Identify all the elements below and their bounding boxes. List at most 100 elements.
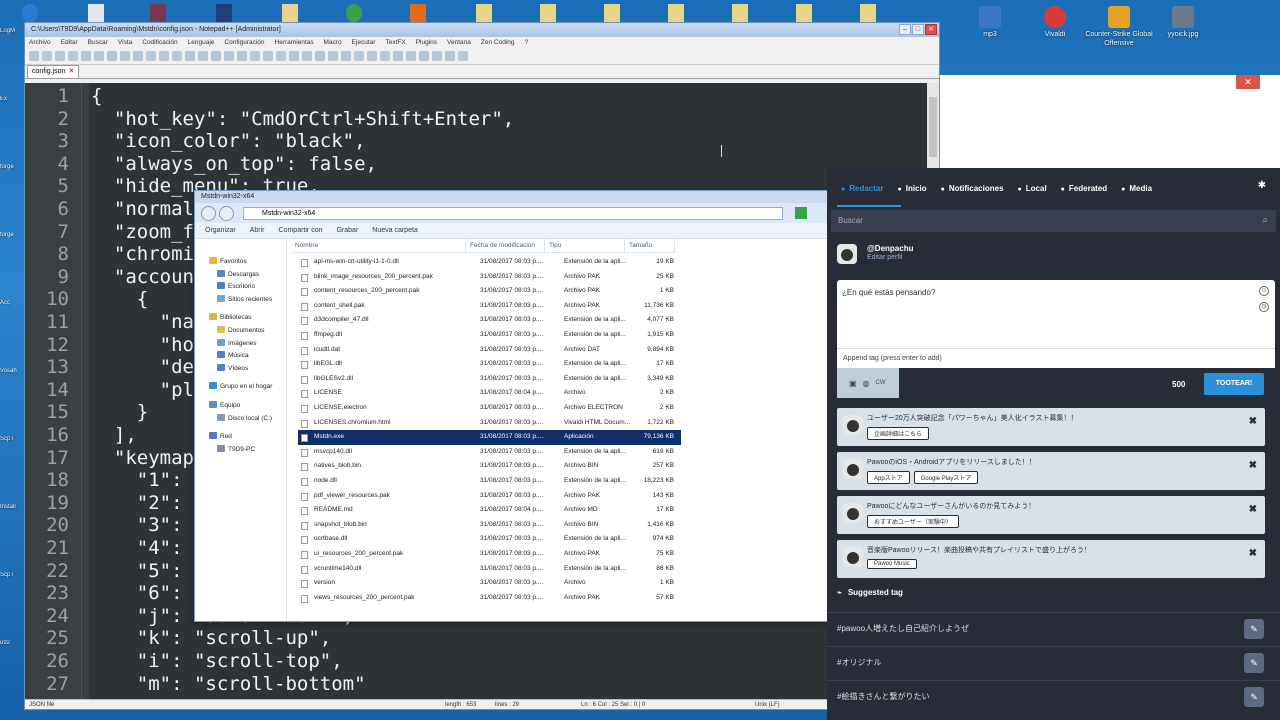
nav-item[interactable]: Bibliotecas [209, 313, 251, 321]
nav-tab-notificaciones[interactable]: Notificaciones [941, 184, 1004, 193]
toolbar-button-icon[interactable] [276, 51, 286, 61]
toolbar-button-icon[interactable] [172, 51, 182, 61]
toolbar-button-icon[interactable] [419, 51, 429, 61]
toolbar-button-icon[interactable] [159, 51, 169, 61]
nav-item[interactable]: Descargas [217, 269, 259, 278]
suggested-tag-row[interactable]: #絵描きさんと繋がりたい ✎ [827, 680, 1280, 713]
close-icon[interactable]: ✕ [925, 24, 937, 35]
nav-tab-redactar[interactable]: Redactar [841, 184, 883, 193]
column-header[interactable]: Tamaño [625, 239, 675, 253]
menu-item[interactable]: Configuración [224, 37, 264, 49]
tab-config-json[interactable]: config.json ✕ [27, 65, 80, 78]
toolbar-button-icon[interactable] [432, 51, 442, 61]
file-row[interactable]: LICENSES.chromium.html 31/08/2017 08:03 p… [298, 416, 681, 431]
desktop-top-icon[interactable] [860, 4, 876, 22]
pencil-icon[interactable]: ✎ [1244, 687, 1264, 707]
suggested-tag-row[interactable]: #オリジナル ✎ [827, 646, 1280, 679]
file-row[interactable]: icudtl.dat 31/08/2017 08:03 p.... Archivo … [298, 343, 681, 358]
command-0[interactable]: Organizar [205, 223, 236, 238]
toot-button[interactable]: TOOTEAR! [1204, 373, 1264, 395]
toolbar-button-icon[interactable] [237, 51, 247, 61]
file-row[interactable]: README.md 31/08/2017 08:04 p.... Archivo M… [298, 503, 681, 518]
nav-item[interactable]: T9D9-PC [217, 444, 255, 453]
refresh-icon[interactable] [795, 207, 807, 219]
menu-item[interactable]: Herramientas [275, 37, 314, 49]
file-row[interactable]: LICENSE 31/08/2017 08:04 p.... Archivo 2 KB [298, 386, 681, 401]
command-3[interactable]: Grabar [336, 223, 358, 238]
file-row[interactable]: pdf_viewer_resources.pak 31/08/2017 08:03… [298, 489, 681, 504]
nav-item[interactable]: Escritorio [217, 282, 255, 290]
window-titlebar[interactable]: C:\Users\T9D9\AppData\Roaming\Mstdn\conf… [25, 23, 939, 37]
toolbar-button-icon[interactable] [120, 51, 130, 61]
file-row[interactable]: vcruntime140.dll 31/08/2017 08:03 p.... Ex… [298, 562, 681, 577]
desktop-left-label[interactable]: ScpT [0, 436, 24, 442]
desktop-left-label[interactable]: Install [0, 504, 24, 510]
forward-arrow-icon[interactable] [219, 206, 234, 221]
column-header[interactable]: Fecha de modificación [466, 239, 545, 253]
close-icon[interactable]: ✖ [1249, 548, 1257, 559]
desktop-top-icon[interactable] [346, 4, 362, 22]
desktop-icon-vivaldi[interactable]: Vivaldi [1020, 6, 1090, 39]
toolbar-button-icon[interactable] [263, 51, 273, 61]
file-row[interactable]: natives_blob.bin 31/08/2017 08:03 p.... Ar… [298, 459, 681, 474]
toolbar-button-icon[interactable] [341, 51, 351, 61]
menu-item[interactable]: Plugins [416, 37, 437, 49]
nav-item[interactable]: Música [217, 351, 249, 359]
toolbar-button-icon[interactable] [302, 51, 312, 61]
suggested-tag-row[interactable]: #pawoo人増えたし自己紹介しようぜ ✎ [827, 612, 1280, 645]
announcement-link-button[interactable]: 企画詳細はこちら [867, 427, 930, 440]
close-tab-icon[interactable]: ✕ [68, 68, 74, 75]
pencil-icon[interactable]: ✎ [1244, 653, 1264, 673]
desktop-left-label[interactable]: u92 [0, 640, 24, 646]
append-tag-input[interactable]: Append tag (press enter to add) [837, 348, 1275, 368]
nav-item[interactable]: Imágenes [217, 338, 257, 347]
menu-item[interactable]: Archivo [29, 37, 51, 49]
file-row[interactable]: ui_resources_200_percent.pak 31/08/2017 0… [298, 547, 681, 562]
edit-profile-link[interactable]: Editar perfil [867, 254, 902, 261]
toolbar-button-icon[interactable] [68, 51, 78, 61]
desktop-top-icon[interactable] [540, 4, 556, 22]
toolbar-button-icon[interactable] [328, 51, 338, 61]
menu-item[interactable]: TextFX [385, 37, 405, 49]
minimize-icon[interactable]: – [899, 24, 911, 35]
file-row[interactable]: version 31/08/2017 08:03 p.... Archivo 1 KB [298, 576, 681, 591]
file-row[interactable]: views_resources_200_percent.pak 31/08/201… [298, 591, 681, 606]
menu-item[interactable]: Vista [118, 37, 132, 49]
pencil-icon[interactable]: ✎ [1244, 619, 1264, 639]
toolbar-button-icon[interactable] [29, 51, 39, 61]
command-4[interactable]: Nueva carpeta [372, 223, 418, 238]
close-icon[interactable]: ✖ [1249, 416, 1257, 427]
explorer-titlebar[interactable]: Mstdn-win32-x64 [195, 191, 827, 203]
file-row[interactable]: ucrtbase.dll 31/08/2017 08:03 p.... Extens… [298, 532, 681, 547]
file-row[interactable]: d3dcompiler_47.dll 31/08/2017 08:03 p....… [298, 313, 681, 328]
menu-item[interactable]: Macro [324, 37, 342, 49]
file-row[interactable]: content_shell.pak 31/08/2017 08:03 p.... A… [298, 299, 681, 314]
close-icon[interactable]: ✕ [1236, 75, 1260, 89]
path-field[interactable]: Mstdn-win32-x64 [243, 207, 783, 220]
menu-item[interactable]: Zen Coding [481, 37, 515, 49]
file-row[interactable]: msvcp140.dll 31/08/2017 08:03 p.... Extens… [298, 445, 681, 460]
search-input[interactable]: Buscar ⌕ [831, 210, 1276, 232]
nav-tab-federated[interactable]: Federated [1061, 184, 1107, 193]
nav-item[interactable]: Red [209, 432, 232, 440]
globe-icon[interactable]: ◍ [863, 379, 870, 388]
announcement-link-button[interactable]: おすすめユーザー（実験中） [867, 515, 959, 528]
toolbar-button-icon[interactable] [211, 51, 221, 61]
file-row[interactable]: ffmpeg.dll 31/08/2017 08:03 p.... Extensió… [298, 328, 681, 343]
menu-item[interactable]: Ejecutar [352, 37, 376, 49]
toolbar-button-icon[interactable] [445, 51, 455, 61]
file-row[interactable]: snapshot_blob.bin 31/08/2017 08:03 p.... A… [298, 518, 681, 533]
menu-item[interactable]: Lenguaje [188, 37, 215, 49]
toolbar-button-icon[interactable] [393, 51, 403, 61]
desktop-top-icon[interactable] [216, 4, 232, 22]
desktop-left-label[interactable]: ScpT [0, 572, 24, 578]
settings-icon[interactable]: ✱ [1258, 180, 1266, 191]
file-row[interactable]: node.dll 31/08/2017 08:03 p.... Extensión … [298, 474, 681, 489]
toolbar-button-icon[interactable] [367, 51, 377, 61]
desktop-top-icon[interactable] [22, 4, 38, 22]
menu-item[interactable]: Ventana [447, 37, 471, 49]
toolbar-button-icon[interactable] [289, 51, 299, 61]
nav-item[interactable]: Favoritos [209, 257, 247, 265]
nav-item[interactable]: Vídeos [217, 363, 248, 372]
desktop-top-icon[interactable] [410, 4, 426, 22]
